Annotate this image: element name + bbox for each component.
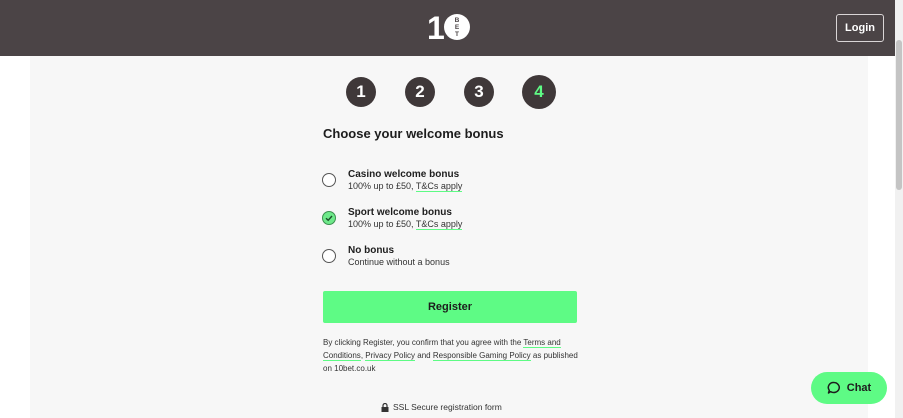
radio-sport-checked[interactable] [322,211,336,225]
option-desc-text: 100% up to £50, [348,181,414,191]
privacy-link[interactable]: Privacy Policy [365,351,416,361]
site-header: 1 B E T Login [0,0,895,56]
option-title: Sport welcome bonus [348,207,452,218]
ssl-notice: SSL Secure registration form [381,402,502,412]
bonus-option-casino[interactable]: Casino welcome bonus 100% up to £50, T&C… [322,169,582,199]
step-3: 3 [464,77,494,107]
terms-notice: By clicking Register, you confirm that y… [323,336,581,375]
option-title: Casino welcome bonus [348,169,460,180]
step-indicator: 1 2 3 4 [346,75,558,111]
login-button[interactable]: Login [836,14,884,42]
radio-no-bonus[interactable] [322,249,336,263]
chat-button[interactable]: Chat [811,372,887,404]
terms-text: By clicking Register, you confirm that y… [323,338,524,347]
svg-text:1: 1 [427,10,445,44]
responsible-gaming-link[interactable]: Responsible Gaming Policy [432,351,531,361]
option-description: Continue without a bonus [348,257,450,267]
step-1: 1 [346,77,376,107]
option-desc-text: 100% up to £50, [348,219,414,229]
checkmark-icon [325,215,333,222]
step-4-active: 4 [522,75,556,109]
page-scrollbar[interactable] [895,0,903,418]
10bet-logo[interactable]: 1 B E T [426,10,472,44]
chat-label: Chat [846,382,872,394]
radio-casino[interactable] [322,173,336,187]
bonus-heading: Choose your welcome bonus [323,126,504,141]
svg-text:E: E [455,24,460,31]
terms-text: and [415,351,433,360]
tcs-link[interactable]: T&Cs apply [415,219,463,230]
bonus-option-none[interactable]: No bonus Continue without a bonus [322,245,582,275]
option-description: 100% up to £50, T&Cs apply [348,219,463,230]
option-title: No bonus [348,245,395,256]
register-button[interactable]: Register [323,291,577,323]
bonus-option-sport[interactable]: Sport welcome bonus 100% up to £50, T&Cs… [322,207,582,237]
scrollbar-thumb[interactable] [896,40,902,190]
svg-text:T: T [455,31,459,38]
chat-bubble-icon [827,381,840,394]
lock-icon [381,402,389,412]
ssl-label: SSL Secure registration form [393,402,502,412]
svg-text:B: B [455,17,460,24]
tcs-link[interactable]: T&Cs apply [415,181,463,192]
step-2: 2 [405,77,435,107]
option-description: 100% up to £50, T&Cs apply [348,181,463,192]
